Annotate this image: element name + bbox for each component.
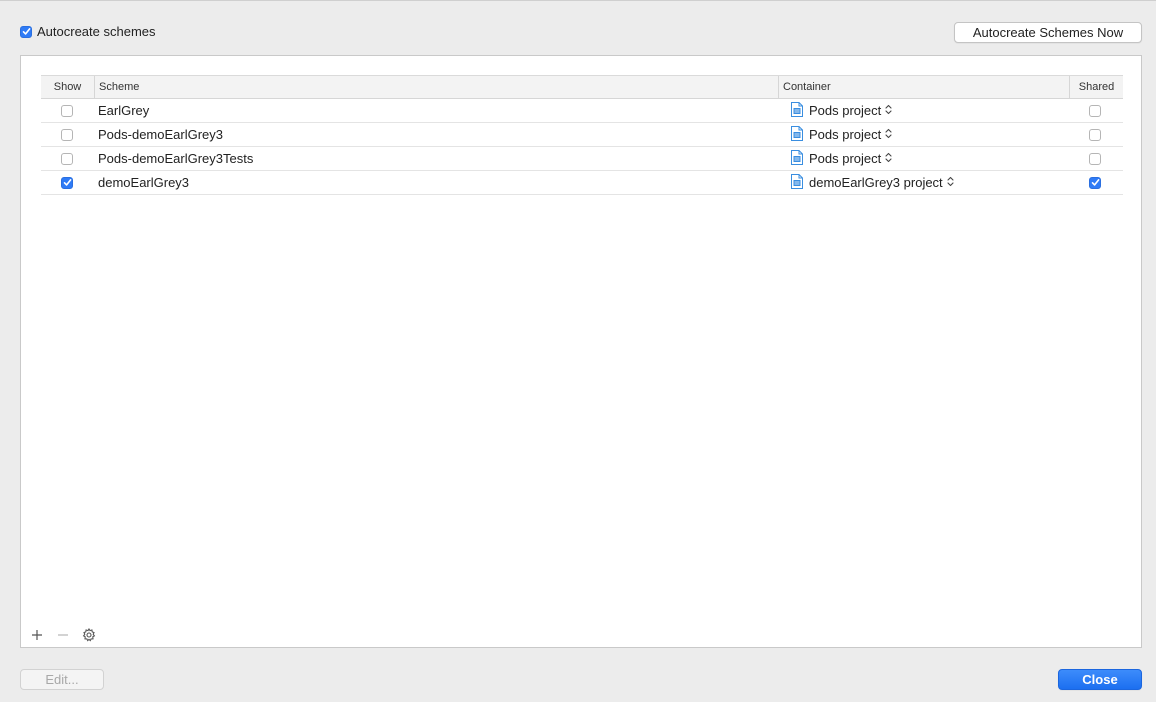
table-row[interactable]: demoEarlGrey3 demoEarlGrey3 project [41,171,1123,195]
scheme-name: EarlGrey [98,103,150,118]
checkmark-icon [22,28,30,35]
container-popup[interactable]: Pods project [791,123,892,146]
chevron-up-down-icon [885,103,892,118]
add-scheme-button[interactable] [27,626,47,644]
autocreate-schemes-checkbox[interactable]: Autocreate schemes [20,24,156,39]
manage-schemes-sheet: Autocreate schemes Autocreate Schemes No… [0,0,1156,702]
show-checkbox[interactable] [61,104,73,117]
scheme-actions-button[interactable] [79,626,99,644]
close-button[interactable]: Close [1058,669,1142,690]
column-header-shared[interactable]: Shared [1069,76,1123,98]
container-popup[interactable]: Pods project [791,147,892,170]
shared-checkbox[interactable] [1089,128,1101,141]
shared-checkbox[interactable] [1089,176,1101,189]
autocreate-schemes-now-button[interactable]: Autocreate Schemes Now [954,22,1142,43]
column-header-scheme[interactable]: Scheme [94,76,778,98]
table-row[interactable]: Pods-demoEarlGrey3 Pods project [41,123,1123,147]
container-label: demoEarlGrey3 project [809,175,943,190]
checkmark-icon [63,179,71,186]
chevron-up-down-icon [885,151,892,166]
column-header-show[interactable]: Show [41,76,94,98]
table-header: Show Scheme Container Shared [41,75,1123,99]
table-row[interactable]: EarlGrey Pods project [41,99,1123,123]
gear-icon [82,628,96,642]
show-checkbox[interactable] [61,128,73,141]
project-document-icon [791,125,803,144]
remove-scheme-button[interactable] [53,626,73,644]
container-popup[interactable]: Pods project [791,99,892,122]
scheme-name: demoEarlGrey3 [98,175,190,190]
minus-icon [58,634,68,636]
container-label: Pods project [809,127,882,142]
project-document-icon [791,101,803,120]
container-popup[interactable]: demoEarlGrey3 project [791,171,954,194]
shared-checkbox[interactable] [1089,152,1101,165]
chevron-up-down-icon [947,175,954,190]
chevron-up-down-icon [885,127,892,142]
edit-button[interactable]: Edit... [20,669,104,690]
scheme-name: Pods-demoEarlGrey3Tests [98,151,254,166]
shared-checkbox[interactable] [1089,104,1101,117]
plus-icon [32,630,42,640]
container-label: Pods project [809,151,882,166]
autocreate-schemes-label: Autocreate schemes [37,24,156,39]
schemes-panel: Show Scheme Container Shared EarlGrey Po… [20,55,1142,648]
project-document-icon [791,173,803,192]
autocreate-checkbox-box[interactable] [20,25,32,38]
project-document-icon [791,149,803,168]
show-checkbox[interactable] [61,176,73,189]
scheme-name: Pods-demoEarlGrey3 [98,127,223,142]
table-row[interactable]: Pods-demoEarlGrey3Tests Pods project [41,147,1123,171]
checkmark-icon [1091,179,1099,186]
show-checkbox[interactable] [61,152,73,165]
schemes-table: Show Scheme Container Shared EarlGrey Po… [41,75,1123,195]
column-header-container[interactable]: Container [778,76,1069,98]
container-label: Pods project [809,103,882,118]
